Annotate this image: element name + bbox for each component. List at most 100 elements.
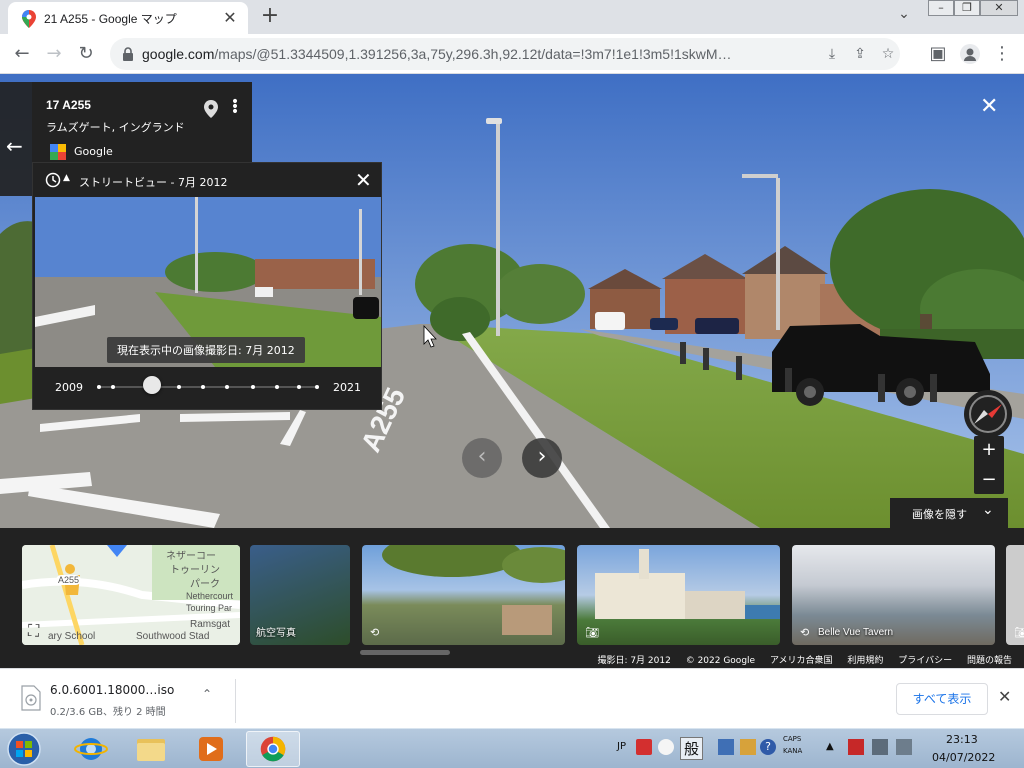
- terms-link[interactable]: 利用規約: [847, 656, 883, 666]
- restore-icon[interactable]: ❐: [954, 0, 980, 16]
- window-close-icon[interactable]: ✕: [980, 0, 1018, 16]
- zoom-out-icon[interactable]: −: [974, 466, 1004, 494]
- filmstrip-scrollbar[interactable]: [360, 650, 450, 655]
- ime-language-label[interactable]: JP: [617, 741, 626, 752]
- year-dot[interactable]: [111, 385, 115, 389]
- year-slider-thumb[interactable]: [143, 376, 161, 394]
- place-title: 17 A255: [46, 98, 91, 112]
- mini-map-card[interactable]: ネザーコー トゥーリン パーク Nethercourt Touring Par …: [22, 545, 240, 645]
- network-icon[interactable]: [872, 739, 888, 755]
- time-machine-header[interactable]: ▲ ストリートビュー - 7月 2012 ✕: [33, 163, 383, 197]
- year-dot[interactable]: [315, 385, 319, 389]
- map-label: Ramsgat: [190, 619, 231, 630]
- close-download-shelf-icon[interactable]: ✕: [998, 687, 1011, 706]
- chevron-up-icon[interactable]: ⌃: [202, 687, 212, 701]
- map-label: パーク: [190, 579, 220, 590]
- zoom-in-icon[interactable]: +: [974, 436, 1004, 464]
- year-dot[interactable]: [297, 385, 301, 389]
- time-machine-close-icon[interactable]: ✕: [355, 168, 372, 192]
- camera-icon: 📷︎: [1014, 626, 1024, 639]
- history-clock-icon: [45, 172, 61, 188]
- ime-dictionary-icon[interactable]: [658, 739, 674, 755]
- photo-scene: [595, 549, 780, 619]
- satellite-card[interactable]: 航空写真: [250, 545, 350, 645]
- address-bar[interactable]: google.com/maps/@51.3344509,1.391256,3a,…: [110, 38, 900, 70]
- download-file-name: 6.0.6001.18000…iso: [50, 683, 175, 697]
- compass-icon[interactable]: [964, 390, 1012, 438]
- show-all-downloads-button[interactable]: すべて表示: [896, 683, 988, 715]
- report-problem-link[interactable]: 問題の報告: [967, 656, 1012, 666]
- 360-view-icon: ⟲: [800, 626, 810, 639]
- photo-card-belle-vue[interactable]: ⟲ Belle Vue Tavern: [792, 545, 995, 645]
- ime-mode-label[interactable]: 般: [680, 737, 704, 760]
- map-label: ネザーコー: [166, 551, 216, 562]
- year-dot[interactable]: [177, 385, 181, 389]
- ime-toolbox-icon[interactable]: [740, 739, 756, 755]
- street-view-panorama[interactable]: A255 ← 17 A255 ラムズゲート, イングランド • • • Google…: [0, 74, 1024, 528]
- copyright: © 2022 Google: [685, 656, 756, 666]
- year-dot[interactable]: [225, 385, 229, 389]
- year-dot[interactable]: [251, 385, 255, 389]
- year-end-label: 2021: [333, 381, 361, 394]
- photo-card-360[interactable]: ⟲: [362, 545, 565, 645]
- collapse-caret-icon: ▲: [63, 173, 70, 183]
- photo-scene: [382, 545, 565, 635]
- region-link[interactable]: アメリカ合衆国: [770, 656, 833, 666]
- file-explorer-icon[interactable]: [124, 731, 178, 767]
- more-options-icon[interactable]: • • •: [230, 95, 240, 119]
- ime-pad-icon[interactable]: [636, 739, 652, 755]
- hide-images-label: 画像を隠す: [912, 508, 967, 521]
- tab-close-icon[interactable]: ✕: [220, 8, 240, 28]
- chrome-taskbar-icon[interactable]: [246, 731, 300, 767]
- google-maps-logo-icon: [50, 144, 66, 160]
- url-path: /maps/@51.3344509,1.391256,3a,75y,296.3h…: [214, 46, 732, 62]
- clock-time[interactable]: 23:13: [946, 733, 978, 746]
- side-panel-icon[interactable]: ▣: [926, 42, 950, 66]
- browser-menu-icon[interactable]: ⋮: [990, 42, 1014, 66]
- tab-title: 21 A255 - Google マップ: [44, 12, 177, 26]
- download-item[interactable]: 6.0.6001.18000…iso 0.2/3.6 GB、残り 2 時間 ⌃: [12, 679, 236, 723]
- year-dot[interactable]: [201, 385, 205, 389]
- historical-preview-image[interactable]: 現在表示中の画像撮影日: 7月 2012: [35, 197, 381, 367]
- photo-card-building[interactable]: 📷︎: [577, 545, 780, 645]
- map-pin-icon[interactable]: [204, 100, 218, 118]
- expand-map-icon[interactable]: ⛶: [28, 621, 39, 641]
- photo-card-partial[interactable]: 📷︎: [1006, 545, 1024, 645]
- capture-date: 撮影日: 7月 2012: [597, 656, 671, 666]
- media-player-icon[interactable]: [184, 731, 238, 767]
- internet-explorer-icon[interactable]: [64, 731, 118, 767]
- ime-tool-icon[interactable]: [718, 739, 734, 755]
- tab-google-maps[interactable]: 21 A255 - Google マップ ✕: [8, 2, 248, 34]
- action-center-icon[interactable]: [848, 739, 864, 755]
- close-street-view-icon[interactable]: ✕: [980, 94, 998, 119]
- next-arrow-icon[interactable]: ›: [522, 438, 562, 478]
- tab-search-chevron-icon[interactable]: ⌄: [892, 6, 916, 28]
- share-icon[interactable]: ⇪: [850, 44, 870, 64]
- back-icon[interactable]: ←: [10, 42, 34, 66]
- new-tab-icon[interactable]: +: [258, 4, 282, 28]
- zoom-controls: + −: [974, 436, 1004, 494]
- time-machine-label: ストリートビュー - 7月 2012: [79, 176, 228, 189]
- photo-caption: Belle Vue Tavern: [818, 627, 894, 638]
- url-host: google.com: [142, 46, 215, 62]
- minimize-icon[interactable]: –: [928, 0, 954, 16]
- help-icon[interactable]: ?: [760, 739, 776, 755]
- reload-icon[interactable]: ↻: [74, 42, 98, 66]
- profile-avatar-icon[interactable]: [960, 44, 980, 64]
- capture-date-tooltip: 現在表示中の画像撮影日: 7月 2012: [107, 337, 305, 363]
- start-button-icon[interactable]: [4, 731, 44, 767]
- install-app-icon[interactable]: ⤓: [822, 44, 842, 64]
- volume-muted-icon[interactable]: [896, 739, 912, 755]
- tray-expand-icon[interactable]: ▲: [826, 741, 834, 752]
- privacy-link[interactable]: プライバシー: [898, 656, 952, 666]
- bookmark-star-icon[interactable]: ☆: [878, 44, 898, 64]
- clock-date[interactable]: 04/07/2022: [932, 751, 995, 764]
- hide-images-button[interactable]: 画像を隠す ⌄: [890, 498, 1008, 528]
- previous-arrow-icon[interactable]: ‹: [462, 438, 502, 478]
- map-label: Nethercourt: [186, 591, 234, 601]
- forward-icon[interactable]: →: [42, 42, 66, 66]
- back-arrow-icon[interactable]: ←: [6, 134, 23, 158]
- year-dot[interactable]: [97, 385, 101, 389]
- year-dot[interactable]: [275, 385, 279, 389]
- year-slider-track[interactable]: [97, 385, 319, 389]
